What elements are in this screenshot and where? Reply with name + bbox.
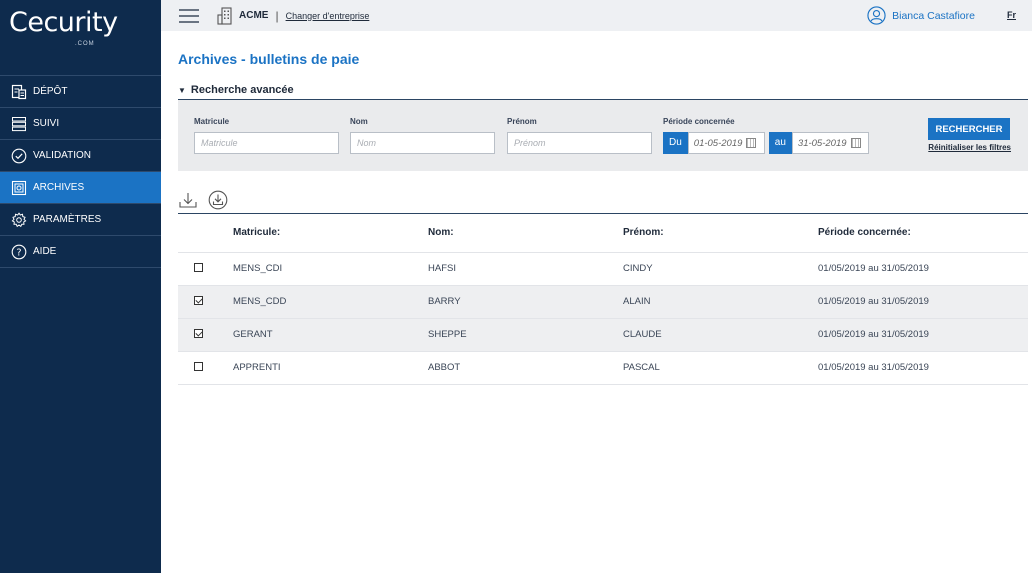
company-name: ACME xyxy=(239,10,269,21)
cell-periode: 01/05/2019 au 31/05/2019 xyxy=(818,317,1028,351)
separator: | xyxy=(275,8,279,23)
nom-filter: Nom xyxy=(350,117,495,154)
nom-input[interactable] xyxy=(350,132,495,154)
header-matricule[interactable]: Matricule: xyxy=(233,214,428,252)
caret-down-icon: ▼ xyxy=(178,85,186,95)
sidebar-item-label: PARAMÈTRES xyxy=(33,214,102,225)
search-button[interactable]: RECHERCHER xyxy=(928,118,1010,140)
list-icon xyxy=(11,116,27,132)
sidebar-item-depot[interactable]: DÉPÔT xyxy=(0,76,161,108)
cell-prenom: PASCAL xyxy=(623,350,818,385)
top-bar: ACME | Changer d'entreprise Bianca Casta… xyxy=(161,0,1032,31)
prenom-filter: Prénom xyxy=(507,117,652,154)
cell-matricule: GERANT xyxy=(233,317,428,351)
cell-matricule: MENS_CDD xyxy=(233,284,428,318)
archive-icon xyxy=(11,180,27,196)
download-icon[interactable] xyxy=(178,191,198,209)
menu-toggle-icon[interactable] xyxy=(179,8,199,23)
cell-prenom: ALAIN xyxy=(623,284,818,318)
sidebar-item-label: VALIDATION xyxy=(33,150,91,161)
download-circle-icon[interactable] xyxy=(208,190,228,210)
logo-subtext: .COM xyxy=(75,41,95,47)
sidebar-item-label: AIDE xyxy=(33,246,57,257)
sidebar-item-parametres[interactable]: PARAMÈTRES xyxy=(0,204,161,236)
table-row[interactable]: MENS_CDD BARRY ALAIN 01/05/2019 au 31/05… xyxy=(178,284,1028,318)
sidebar-item-label: DÉPÔT xyxy=(33,86,68,97)
brand-logo[interactable]: Cecurity .COM xyxy=(0,0,161,75)
header-select xyxy=(178,214,233,252)
cell-nom: SHEPPE xyxy=(428,317,623,351)
from-label: Du xyxy=(663,132,688,154)
matricule-filter: Matricule xyxy=(194,117,339,154)
cell-prenom: CINDY xyxy=(623,251,818,285)
table-row[interactable]: GERANT SHEPPE CLAUDE 01/05/2019 au 31/05… xyxy=(178,317,1028,351)
cell-periode: 01/05/2019 au 31/05/2019 xyxy=(818,284,1028,318)
main-content: Archives - bulletins de paie ▼ Recherche… xyxy=(178,31,1028,385)
sidebar-item-aide[interactable]: ? AIDE xyxy=(0,236,161,268)
cell-periode: 01/05/2019 au 31/05/2019 xyxy=(818,350,1028,385)
row-checkbox[interactable] xyxy=(194,262,203,272)
help-icon: ? xyxy=(11,244,27,260)
period-filter: Période concernée Du 01-05-2019 au 31-05… xyxy=(663,117,869,154)
check-circle-icon xyxy=(11,148,27,164)
payslip-table: Matricule: Nom: Prénom: Période concerné… xyxy=(178,214,1028,385)
to-date-value: 31-05-2019 xyxy=(797,137,847,149)
user-menu[interactable]: Bianca Castafiore xyxy=(867,6,975,25)
gear-icon xyxy=(11,211,27,228)
cell-matricule: APPRENTI xyxy=(233,350,428,385)
to-label: au xyxy=(768,132,792,154)
advanced-search-label: Recherche avancée xyxy=(190,84,294,96)
filter-panel: Matricule Nom Prénom Période concernée D… xyxy=(178,100,1028,171)
from-date-picker[interactable]: 01-05-2019 xyxy=(687,132,765,154)
cell-matricule: MENS_CDI xyxy=(233,251,428,285)
header-prenom[interactable]: Prénom: xyxy=(623,214,818,252)
table-row[interactable]: MENS_CDI HAFSI CINDY 01/05/2019 au 31/05… xyxy=(178,251,1028,285)
sidebar-item-suivi[interactable]: SUIVI xyxy=(0,108,161,140)
logo-text: Cecurity xyxy=(9,7,118,38)
user-name: Bianca Castafiore xyxy=(892,9,975,22)
calendar-icon xyxy=(746,138,757,148)
to-date-picker[interactable]: 31-05-2019 xyxy=(791,132,869,154)
building-icon xyxy=(217,6,232,25)
table-row[interactable]: APPRENTI ABBOT PASCAL 01/05/2019 au 31/0… xyxy=(178,350,1028,385)
deposit-icon xyxy=(11,84,27,100)
cell-nom: HAFSI xyxy=(428,251,623,285)
page-title: Archives - bulletins de paie xyxy=(178,51,360,67)
from-date-value: 01-05-2019 xyxy=(693,137,743,149)
change-company-link[interactable]: Changer d'entreprise xyxy=(286,11,370,21)
prenom-label: Prénom xyxy=(507,117,537,126)
row-checkbox[interactable] xyxy=(194,295,203,305)
nom-label: Nom xyxy=(350,117,368,126)
row-checkbox[interactable] xyxy=(194,328,203,338)
sidebar-item-label: ARCHIVES xyxy=(33,182,85,193)
sidebar-item-label: SUIVI xyxy=(33,118,60,129)
matricule-label: Matricule xyxy=(194,117,230,126)
cell-prenom: CLAUDE xyxy=(623,317,818,351)
row-checkbox[interactable] xyxy=(194,361,203,371)
matricule-input[interactable] xyxy=(194,132,339,154)
cell-nom: ABBOT xyxy=(428,350,623,385)
sidebar: Cecurity .COM DÉPÔT SUIVI VALIDATION ARC… xyxy=(0,0,161,573)
table-header-row: Matricule: Nom: Prénom: Période concerné… xyxy=(178,214,1028,252)
sidebar-item-archives[interactable]: ARCHIVES xyxy=(0,172,161,204)
cell-periode: 01/05/2019 au 31/05/2019 xyxy=(818,251,1028,285)
sidebar-nav: DÉPÔT SUIVI VALIDATION ARCHIVES PARAMÈTR… xyxy=(0,75,161,268)
cell-nom: BARRY xyxy=(428,284,623,318)
svg-text:?: ? xyxy=(16,247,21,258)
period-label: Période concernée xyxy=(663,117,735,126)
advanced-search-toggle[interactable]: ▼ Recherche avancée xyxy=(178,84,1028,100)
reset-filters-link[interactable]: Réinitialiser les filtres xyxy=(928,143,1011,152)
table-toolbar xyxy=(178,190,1028,214)
calendar-icon xyxy=(850,138,861,148)
header-periode[interactable]: Période concernée: xyxy=(818,214,1028,252)
sidebar-item-validation[interactable]: VALIDATION xyxy=(0,140,161,172)
language-switch[interactable]: Fr xyxy=(1007,10,1016,20)
prenom-input[interactable] xyxy=(507,132,652,154)
user-icon xyxy=(867,6,886,25)
header-nom[interactable]: Nom: xyxy=(428,214,623,252)
